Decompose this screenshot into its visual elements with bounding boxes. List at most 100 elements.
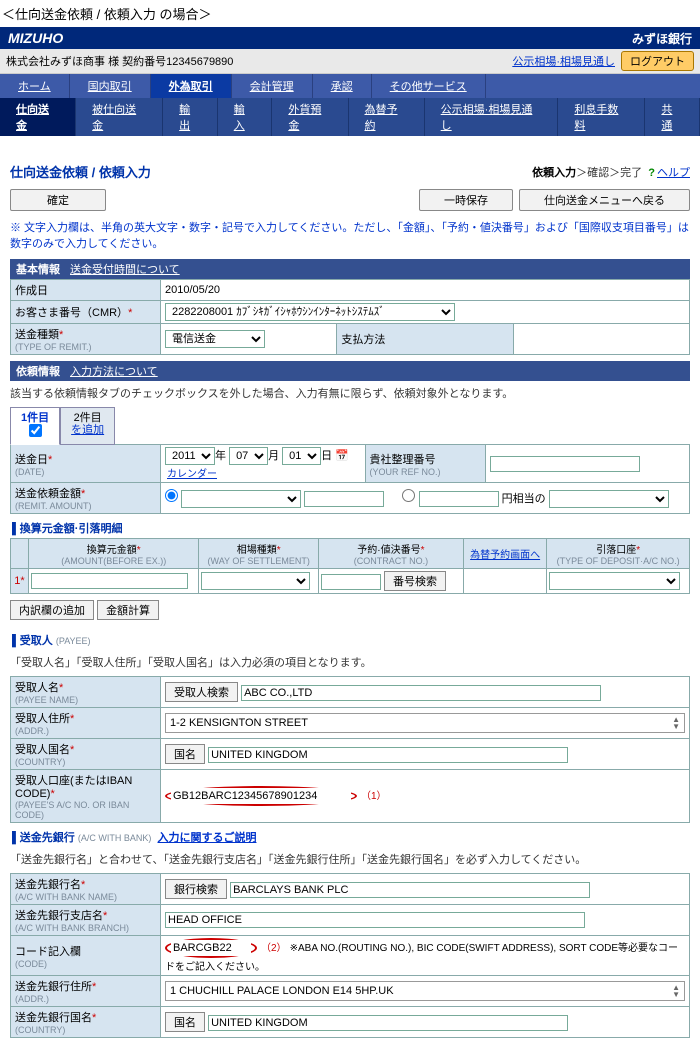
reception-time-link[interactable]: 送金受付時間について xyxy=(70,261,180,277)
confirm-button[interactable]: 確定 xyxy=(10,189,106,211)
ex-contract-input[interactable] xyxy=(321,574,381,590)
nav2-tab-0[interactable]: 仕向送金 xyxy=(0,98,76,136)
payee-country-button[interactable]: 国名 xyxy=(165,744,205,764)
nav1-tab-0[interactable]: ホーム xyxy=(0,74,70,98)
remit-amount-label: 送金依頼金額*(REMIT. AMOUNT) xyxy=(11,483,161,514)
outer-title: ＜仕向送金依頼 / 依頼入力 の場合＞ xyxy=(0,0,700,27)
iban-highlight xyxy=(165,786,357,806)
bank-branch-label: 送金先銀行支店名*(A/C WITH BANK BRANCH) xyxy=(11,905,161,936)
bank-country-label: 送金先銀行国名*(COUNTRY) xyxy=(11,1007,161,1038)
ex-way-select[interactable] xyxy=(201,572,310,590)
currency-select-1[interactable] xyxy=(181,490,301,508)
tab-item-1-checkbox[interactable] xyxy=(29,424,42,437)
amount-input-2[interactable] xyxy=(419,491,499,507)
amount-radio-2[interactable] xyxy=(402,489,415,502)
logout-button[interactable]: ログアウト xyxy=(621,51,694,71)
col-fx-link[interactable]: 為替予約画面へ xyxy=(463,539,547,569)
created-date-label: 作成日 xyxy=(11,280,161,301)
nav2-tab-1[interactable]: 被仕向送金 xyxy=(76,98,163,136)
remit-date-label: 送金日*(DATE) xyxy=(11,445,161,483)
pay-method-label: 支払方法 xyxy=(337,324,513,355)
payee-iban-input[interactable] xyxy=(171,788,351,804)
help-link[interactable]: ヘルプ xyxy=(657,167,690,179)
col-amount: 換算元金額*(AMOUNT(BEFORE EX.)) xyxy=(29,539,199,569)
remit-type-label: 送金種類*(TYPE OF REMIT.) xyxy=(11,324,161,355)
cmr-select[interactable]: 2282208001 ｶﾌﾞｼｷｶﾞｲｼｬﾎｳｼﾝｲﾝﾀｰﾈｯﾄｼｽﾃﾑｽﾞ xyxy=(165,303,455,321)
logo: MIZUHO xyxy=(8,30,63,46)
col-contract: 予約·値決番号*(CONTRACT NO.) xyxy=(318,539,463,569)
code-highlight xyxy=(165,938,257,958)
nav2-tab-5[interactable]: 為替予約 xyxy=(349,98,425,136)
bank-search-button[interactable]: 銀行検索 xyxy=(165,879,227,899)
contract-search-button[interactable]: 番号検索 xyxy=(384,571,446,591)
progress-current: 依頼入力 xyxy=(532,167,576,179)
bank-addr-input[interactable]: 1 CHUCHILL PALACE LONDON E14 5HP.UK▲▼ xyxy=(165,981,685,1001)
bank-branch-input[interactable] xyxy=(165,912,585,928)
back-menu-button[interactable]: 仕向送金メニューへ戻る xyxy=(519,189,690,211)
year-select[interactable]: 2011 xyxy=(165,447,215,465)
annotation-1: （1） xyxy=(361,791,387,802)
amount-input-1[interactable] xyxy=(304,491,384,507)
tab-item-2-label1: 2件目 xyxy=(74,412,102,424)
col-deposit: 引落口座*(TYPE OF DEPOSIT·A/C NO.) xyxy=(547,539,690,569)
section-basic-title: 基本情報 xyxy=(16,261,60,277)
nav1-tab-5[interactable]: その他サービス xyxy=(372,74,486,98)
nav1-tab-3[interactable]: 会計管理 xyxy=(232,74,313,98)
year-suffix: 年 xyxy=(215,450,226,462)
bank-input-note-link[interactable]: 入力に関するご説明 xyxy=(157,832,256,844)
bank-country-input[interactable] xyxy=(208,1015,568,1031)
day-suffix: 日 xyxy=(321,450,332,462)
nav2-tab-2[interactable]: 輸出 xyxy=(163,98,218,136)
bank-sub-note: 「送金先銀行名」と合わせて、「送金先銀行支店名」「送金先銀行住所」「送金先銀行国… xyxy=(10,851,690,867)
save-button[interactable]: 一時保存 xyxy=(419,189,513,211)
bank-name-label: 送金先銀行名*(A/C WITH BANK NAME) xyxy=(11,874,161,905)
nav-primary: ホーム国内取引外為取引会計管理承認その他サービス xyxy=(0,74,700,98)
nav-secondary: 仕向送金被仕向送金輸出輸入外貨預金為替予約公示相場·相場見通し利息手数料共通 xyxy=(0,98,700,136)
annotation-2: （2） xyxy=(261,943,287,954)
bank-name-input[interactable] xyxy=(230,882,590,898)
month-suffix: 月 xyxy=(268,450,279,462)
payee-name-input[interactable] xyxy=(241,685,601,701)
day-select[interactable]: 01 xyxy=(282,447,321,465)
col-way: 相場種類*(WAY OF SETTLEMENT) xyxy=(199,539,319,569)
nav2-tab-8[interactable]: 共通 xyxy=(645,98,700,136)
howto-link[interactable]: 入力方法について xyxy=(70,363,158,379)
nav1-tab-1[interactable]: 国内取引 xyxy=(70,74,151,98)
pay-method-value xyxy=(513,324,689,355)
bank-country-button[interactable]: 国名 xyxy=(165,1012,205,1032)
ref-no-input[interactable] xyxy=(490,456,640,472)
amount-radio-1[interactable] xyxy=(165,489,178,502)
add-breakdown-button[interactable]: 内訳欄の追加 xyxy=(10,600,94,620)
progress-indicator: 依頼入力＞確認＞完了 ?ヘルプ xyxy=(532,164,690,180)
bank-addr-label: 送金先銀行住所*(ADDR.) xyxy=(11,976,161,1007)
calendar-icon[interactable]: 📅 xyxy=(335,450,349,462)
payee-addr-input[interactable]: 1-2 KENSIGNTON STREET▲▼ xyxy=(165,713,685,733)
ex-amount-input[interactable] xyxy=(31,573,188,589)
equiv-label: 円相当の xyxy=(502,493,546,505)
nav2-tab-6[interactable]: 公示相場·相場見通し xyxy=(425,98,559,136)
remit-type-select[interactable]: 電信送金 xyxy=(165,330,265,348)
bank-header: ▌送金先銀行 (A/C WITH BANK) 入力に関するご説明 xyxy=(10,823,690,847)
payee-sub-note: 「受取人名」「受取人住所」「受取人国名」は入力必須の項目となります。 xyxy=(10,654,690,670)
tab-item-1[interactable]: 1件目 xyxy=(10,407,60,445)
tab-item-2[interactable]: 2件目 を追加 xyxy=(60,407,115,445)
rate-link[interactable]: 公示相場·相場見通し xyxy=(512,53,615,69)
nav1-tab-2[interactable]: 外為取引 xyxy=(151,74,232,98)
nav2-tab-4[interactable]: 外貨預金 xyxy=(272,98,348,136)
app-header: MIZUHO みずほ銀行 xyxy=(0,27,700,49)
calc-amount-button[interactable]: 金額計算 xyxy=(97,600,159,620)
calendar-link[interactable]: カレンダー xyxy=(167,469,217,480)
payee-country-input[interactable] xyxy=(208,747,568,763)
payee-addr-label: 受取人住所*(ADDR.) xyxy=(11,708,161,739)
ex-deposit-select[interactable] xyxy=(549,572,680,590)
month-select[interactable]: 07 xyxy=(229,447,268,465)
bank-code-input[interactable] xyxy=(171,940,251,956)
nav2-tab-7[interactable]: 利息手数料 xyxy=(558,98,645,136)
scroll-icon: ▲▼ xyxy=(672,716,680,730)
page-title: 仕向送金依頼 / 依頼入力 xyxy=(10,162,151,181)
currency-select-2[interactable] xyxy=(549,490,669,508)
nav2-tab-3[interactable]: 輸入 xyxy=(218,98,273,136)
payee-search-button[interactable]: 受取人検索 xyxy=(165,682,238,702)
payee-name-label: 受取人名*(PAYEE NAME) xyxy=(11,677,161,708)
nav1-tab-4[interactable]: 承認 xyxy=(313,74,372,98)
